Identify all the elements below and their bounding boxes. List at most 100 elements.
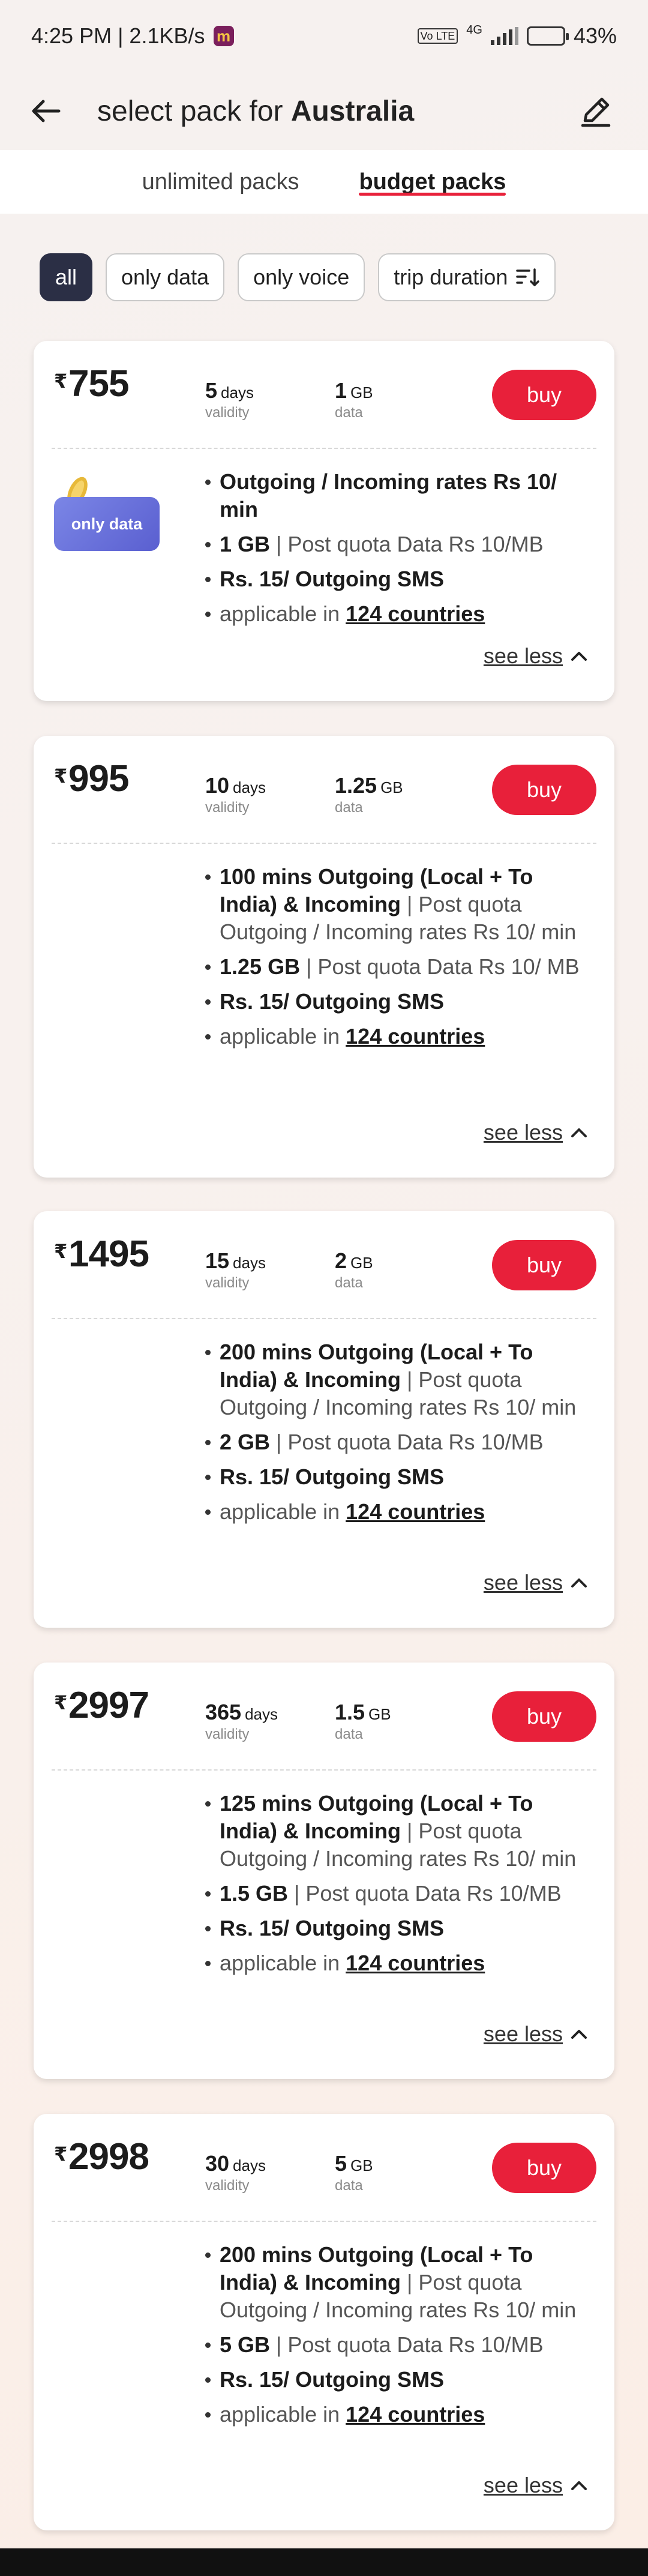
- countries-link[interactable]: 124 countries: [346, 1024, 485, 1049]
- data-caption: data: [335, 1726, 363, 1742]
- edit-button[interactable]: [575, 90, 617, 132]
- app-header: select pack for Australia: [0, 72, 648, 150]
- list-item: applicable in 124 countries: [205, 1498, 584, 1526]
- see-less-toggle[interactable]: see less: [484, 643, 588, 669]
- see-less-toggle[interactable]: see less: [484, 2021, 588, 2047]
- pack-price: 2997: [68, 1685, 149, 1726]
- validity-value: 15: [205, 1248, 230, 1273]
- data-unit: GB: [350, 2156, 373, 2174]
- countries-link[interactable]: 124 countries: [346, 1499, 485, 1524]
- currency-symbol: ₹: [54, 370, 68, 392]
- data-caption: data: [335, 2177, 363, 2194]
- validity-info: 365 days validity: [205, 1700, 278, 1743]
- data-caption: data: [335, 799, 363, 816]
- filter-only-voice[interactable]: only voice: [238, 253, 365, 301]
- filter-only-voice-label: only voice: [253, 265, 350, 289]
- see-less-toggle[interactable]: see less: [484, 1120, 588, 1145]
- validity-caption: validity: [205, 1726, 250, 1742]
- buy-button[interactable]: buy: [492, 1240, 596, 1290]
- chevron-up-icon: [571, 1128, 587, 1137]
- list-item: 125 mins Outgoing (Local + To India) & I…: [205, 1790, 584, 1873]
- validity-unit: days: [221, 384, 254, 402]
- data-unit: GB: [380, 778, 403, 796]
- countries-link[interactable]: 124 countries: [346, 1951, 485, 1975]
- filter-trip-duration[interactable]: trip duration: [378, 253, 556, 301]
- list-item: 1 GB | Post quota Data Rs 10/MB: [205, 531, 584, 558]
- data-info: 1 GB data: [335, 378, 373, 421]
- buy-button[interactable]: buy: [492, 1691, 596, 1742]
- filter-trip-duration-label: trip duration: [394, 265, 508, 289]
- validity-unit: days: [245, 1705, 278, 1723]
- data-info: 1.25 GB data: [335, 773, 403, 816]
- benefit-text: | Post quota Data Rs 10/MB: [288, 1881, 562, 1906]
- benefit-text: Rs. 15/ Outgoing SMS: [220, 2367, 445, 2392]
- countries-link[interactable]: 124 countries: [346, 2402, 485, 2427]
- see-less-toggle[interactable]: see less: [484, 2473, 588, 2498]
- back-button[interactable]: [31, 90, 73, 132]
- filter-only-data[interactable]: only data: [106, 253, 225, 301]
- currency-symbol: ₹: [54, 2143, 68, 2165]
- volte-icon: Vo LTE: [417, 28, 458, 44]
- benefit-bold: 1.5 GB: [220, 1881, 289, 1906]
- countries-link[interactable]: 124 countries: [346, 601, 485, 626]
- pack-benefits: Outgoing / Incoming rates Rs 10/ min 1 G…: [205, 468, 584, 635]
- benefit-bold: 1.25 GB: [220, 954, 301, 979]
- pack-benefits: 200 mins Outgoing (Local + To India) & I…: [205, 2241, 584, 2436]
- buy-button[interactable]: buy: [492, 370, 596, 420]
- validity-value: 5: [205, 378, 218, 403]
- currency-symbol: ₹: [54, 1692, 68, 1714]
- benefit-text: | Post quota Data Rs 10/MB: [270, 1430, 544, 1454]
- list-item: 200 mins Outgoing (Local + To India) & I…: [205, 2241, 584, 2324]
- buy-button[interactable]: buy: [492, 2143, 596, 2193]
- list-item: 1.5 GB | Post quota Data Rs 10/MB: [205, 1880, 584, 1907]
- filter-all-label: all: [55, 265, 77, 289]
- page-title: select pack for Australia: [97, 95, 414, 128]
- status-time: 4:25 PM | 2.1KB/s: [31, 23, 205, 48]
- pack-benefits: 100 mins Outgoing (Local + To India) & I…: [205, 863, 584, 1058]
- see-less-toggle[interactable]: see less: [484, 1570, 588, 1595]
- benefit-text: Rs. 15/ Outgoing SMS: [220, 567, 445, 591]
- data-unit: GB: [350, 384, 373, 402]
- benefit-bold: 1 GB: [220, 532, 271, 556]
- app-notification-icon: m: [213, 26, 234, 46]
- filter-all[interactable]: all: [40, 253, 93, 301]
- list-item: applicable in 124 countries: [205, 1949, 584, 1977]
- data-caption: data: [335, 1275, 363, 1291]
- see-less-label: see less: [483, 1570, 563, 1595]
- tab-unlimited-packs[interactable]: unlimited packs: [112, 150, 329, 214]
- pencil-icon: [581, 97, 611, 127]
- validity-caption: validity: [205, 405, 250, 421]
- data-caption: data: [335, 405, 363, 421]
- divider: [52, 1318, 596, 1319]
- sort-icon: [516, 268, 540, 286]
- data-value: 1: [335, 378, 347, 403]
- benefit-text: Rs. 15/ Outgoing SMS: [220, 1916, 445, 1940]
- pack-price: 995: [68, 758, 129, 799]
- benefit-text: Rs. 15/ Outgoing SMS: [220, 989, 445, 1014]
- arrow-left-icon: [32, 100, 61, 122]
- validity-value: 10: [205, 773, 230, 798]
- chevron-up-icon: [571, 1578, 587, 1587]
- system-nav-bar: [0, 2548, 648, 2576]
- title-prefix: select pack for: [97, 95, 291, 127]
- data-value: 2: [335, 1248, 347, 1273]
- list-item: Rs. 15/ Outgoing SMS: [205, 1463, 584, 1491]
- list-item: applicable in 124 countries: [205, 600, 584, 628]
- list-item: 200 mins Outgoing (Local + To India) & I…: [205, 1338, 584, 1421]
- validity-unit: days: [233, 778, 266, 796]
- list-item: Rs. 15/ Outgoing SMS: [205, 565, 584, 593]
- buy-button[interactable]: buy: [492, 765, 596, 815]
- validity-value: 30: [205, 2151, 230, 2176]
- validity-info: 30 days validity: [205, 2151, 266, 2194]
- validity-caption: validity: [205, 2177, 250, 2194]
- data-value: 5: [335, 2151, 347, 2176]
- pack-price: 755: [68, 363, 129, 405]
- validity-caption: validity: [205, 1275, 250, 1291]
- benefit-text: Outgoing / Incoming rates Rs 10/ min: [220, 469, 557, 522]
- badge-label: only data: [54, 497, 160, 551]
- tab-budget-packs[interactable]: budget packs: [329, 150, 536, 214]
- status-bar: 4:25 PM | 2.1KB/s m Vo LTE 4G 43%: [0, 0, 648, 72]
- see-less-label: see less: [483, 1120, 563, 1145]
- validity-unit: days: [233, 1254, 266, 1272]
- only-data-badge: only data: [54, 473, 160, 551]
